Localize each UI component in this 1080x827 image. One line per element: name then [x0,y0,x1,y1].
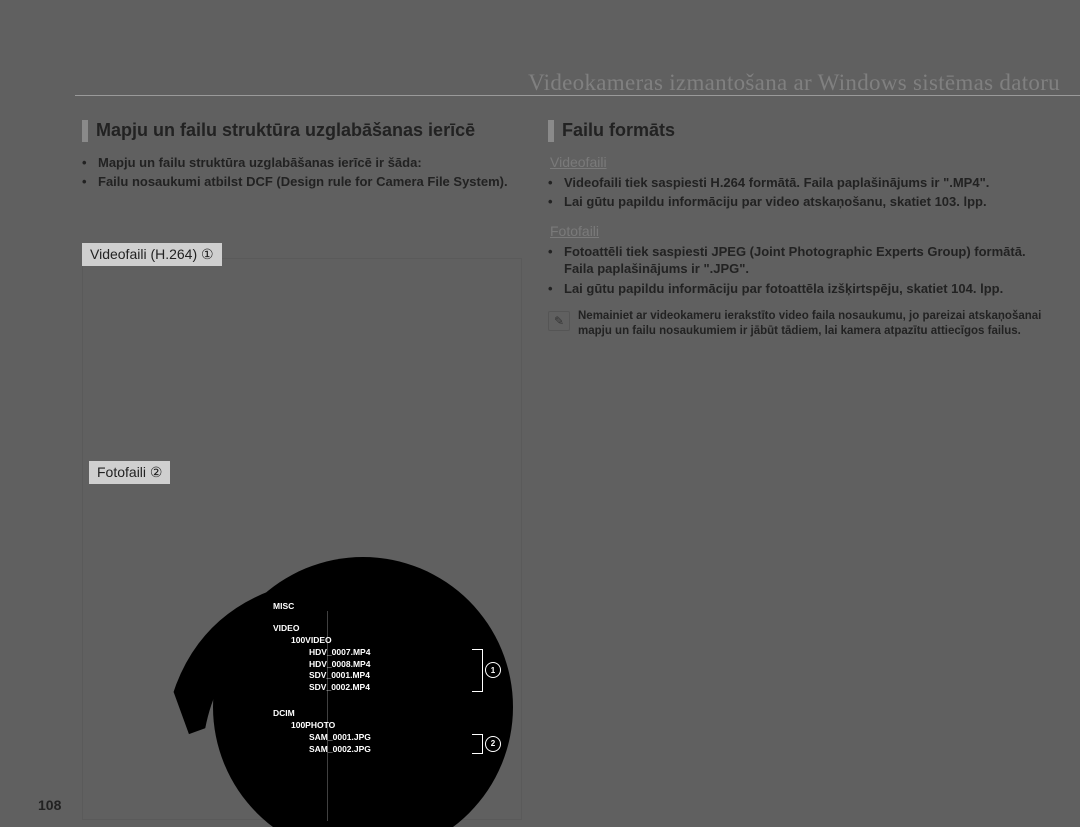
right-section-heading: Failu formāts [548,120,1058,142]
tree-photo-folder: 100PHOTO [291,720,493,732]
video-bullet-2: Lai gūtu papildu informāciju par video a… [564,193,987,211]
video-bullet-1: Videofaili tiek saspiesti H.264 formātā.… [564,174,989,192]
note-icon: ✎ [548,311,570,331]
photofiles-label: Fotofaili ② [89,461,170,484]
tree-misc: MISC [273,601,493,613]
videofiles-label: Videofaili (H.264) ① [82,243,222,266]
tree-dcim: DCIM [273,708,493,720]
left-bullet-1: Mapju un failu struktūra uzglabāšanas ie… [98,154,422,172]
tree-video-file-4: SDV_0002.MP4 [309,682,465,694]
header-rule [75,95,1080,96]
circle-number-2: 2 [485,736,501,752]
disc-diagram: MISC VIDEO 100VIDEO HDV_0007.MP4 HDV_000… [213,557,513,827]
tree-video-file-1: HDV_0007.MP4 [309,647,465,659]
note-row: ✎ Nemainiet ar videokameru ierakstīto vi… [548,309,1058,339]
tree-photo-file-2: SAM_0002.JPG [309,744,465,756]
photo-bullet-2: Lai gūtu papildu informāciju par fotoatt… [564,280,1003,298]
right-column: Failu formāts Videofaili •Videofaili tie… [548,120,1058,339]
storage-structure-box: Videofaili (H.264) ① Fotofaili ② MISC VI… [82,258,522,820]
tree-video: VIDEO [273,623,493,635]
left-column: Mapju un failu struktūra uzglabāšanas ie… [82,120,522,203]
file-tree: MISC VIDEO 100VIDEO HDV_0007.MP4 HDV_000… [273,597,493,756]
left-bullet-list: •Mapju un failu struktūra uzglabāšanas i… [82,154,522,191]
page-root: Videokameras izmantošana ar Windows sist… [0,0,1080,827]
photo-bullets: •Fotoattēli tiek saspiesti JPEG (Joint P… [548,243,1058,298]
circle-number-1: 1 [485,662,501,678]
page-number: 108 [38,797,61,813]
video-subheading: Videofaili [550,154,1058,170]
left-section-heading: Mapju un failu struktūra uzglabāšanas ie… [82,120,522,142]
video-bullets: •Videofaili tiek saspiesti H.264 formātā… [548,174,1058,211]
page-header-title: Videokameras izmantošana ar Windows sist… [0,70,1060,96]
photo-subheading: Fotofaili [550,223,1058,239]
left-bullet-2: Failu nosaukumi atbilst DCF (Design rule… [98,173,508,191]
tree-photo-file-1: SAM_0001.JPG [309,732,465,744]
tree-video-folder: 100VIDEO [291,635,493,647]
photo-bullet-1: Fotoattēli tiek saspiesti JPEG (Joint Ph… [564,243,1058,278]
tree-video-file-3: SDV_0001.MP4 [309,670,465,682]
note-text: Nemainiet ar videokameru ierakstīto vide… [578,309,1058,339]
tree-video-file-2: HDV_0008.MP4 [309,659,465,671]
